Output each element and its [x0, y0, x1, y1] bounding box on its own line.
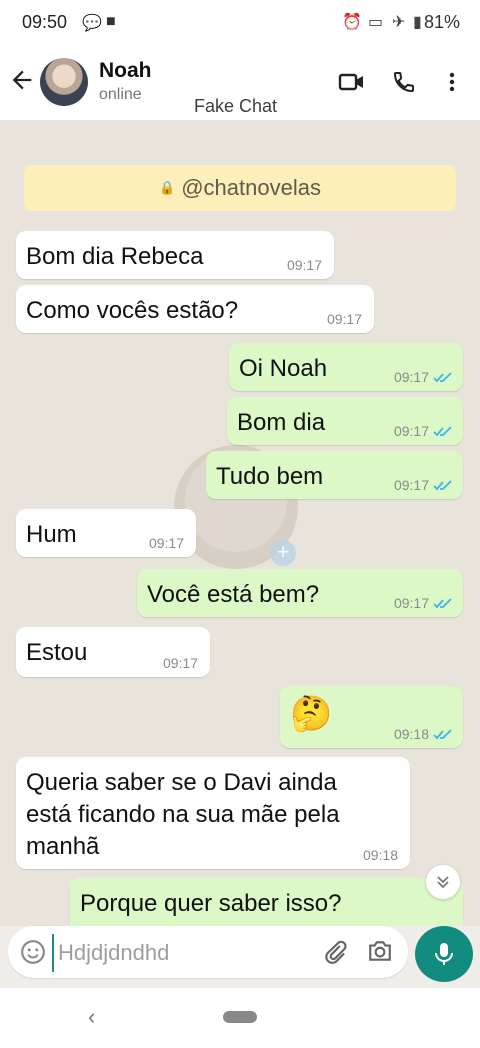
- message-text-line-1: Queria saber se o Davi ainda: [26, 769, 337, 796]
- system-navigation-bar: ‹: [0, 988, 480, 1048]
- alarm-icon: ⏰: [342, 14, 362, 31]
- attach-icon[interactable]: [322, 938, 348, 966]
- voice-message-button[interactable]: [415, 926, 473, 982]
- cast-icon: ▭: [368, 14, 384, 31]
- message-text: Oi Noah: [239, 355, 328, 382]
- scroll-to-bottom-button[interactable]: [426, 865, 460, 899]
- message-text: Bom dia: [237, 409, 326, 436]
- nav-back-icon[interactable]: ‹: [88, 1004, 95, 1030]
- more-options-icon[interactable]: [440, 70, 464, 94]
- read-receipt-icon: [433, 426, 452, 437]
- back-arrow-icon[interactable]: [8, 66, 36, 94]
- message-bubble-outgoing[interactable]: Você está bem? 09:17: [137, 569, 463, 617]
- message-text: Como vocês estão?: [26, 297, 239, 324]
- emoji-icon[interactable]: [20, 939, 46, 965]
- lock-icon: 🔒: [159, 180, 176, 195]
- chat-notification-icon: 💬: [82, 15, 102, 32]
- camera-icon[interactable]: [366, 938, 394, 964]
- message-bubble-incoming[interactable]: Como vocês estão? 09:17: [16, 285, 374, 333]
- nav-home-pill[interactable]: [223, 1011, 257, 1023]
- battery-percentage: 81%: [424, 12, 461, 32]
- composer-bar: [0, 926, 480, 988]
- message-input-box[interactable]: [8, 926, 408, 978]
- read-receipt-icon: [433, 729, 452, 740]
- message-time: 09:17: [286, 257, 322, 273]
- chat-header: Noah online Fake Chat: [0, 48, 480, 121]
- message-bubble-outgoing[interactable]: Tudo bem 09:17: [206, 451, 463, 499]
- read-receipt-icon: [433, 480, 452, 491]
- microphone-icon: [435, 943, 453, 965]
- message-bubble-incoming[interactable]: Bom dia Rebeca 09:17: [16, 231, 334, 279]
- status-bar: 09:50 💬 ■ ⏰ ▭ ✈ ▮ 81%: [0, 0, 480, 48]
- message-text-line-2: está ficando na sua mãe pela: [26, 801, 340, 828]
- message-bubble-outgoing[interactable]: 🤔 09:18: [280, 686, 463, 748]
- message-text: Tudo bem: [216, 463, 324, 490]
- banner-text: @chatnovelas: [181, 175, 321, 200]
- message-text: Você está bem?: [147, 581, 320, 608]
- message-time: 09:17: [148, 535, 184, 551]
- battery-icon: ▮: [413, 14, 422, 31]
- status-time: 09:50: [22, 12, 68, 32]
- read-receipt-icon: [433, 598, 452, 609]
- read-receipt-icon: [433, 372, 452, 383]
- video-notification-icon: ■: [106, 13, 116, 30]
- message-text-line-3: manhã: [26, 833, 100, 860]
- phone-call-icon[interactable]: [390, 70, 418, 94]
- message-time: 09:18: [393, 726, 429, 742]
- fake-chat-label: Fake Chat: [194, 96, 278, 116]
- double-chevron-down-icon: [437, 876, 449, 889]
- message-bubble-outgoing[interactable]: Oi Noah 09:17: [229, 343, 463, 391]
- message-time: 09:17: [393, 369, 429, 385]
- message-time: 09:17: [393, 595, 429, 611]
- message-time: 09:17: [326, 311, 362, 327]
- message-time: 09:17: [393, 477, 429, 493]
- message-text: Estou: [26, 639, 88, 666]
- message-bubble-incoming[interactable]: Hum 09:17: [16, 509, 196, 557]
- message-time: 09:17: [393, 423, 429, 439]
- message-time: 09:17: [162, 655, 198, 671]
- watermark-plus-icon: +: [270, 540, 296, 566]
- message-bubble-incoming[interactable]: Estou 09:17: [16, 627, 210, 677]
- contact-avatar[interactable]: [40, 58, 88, 106]
- contact-status: online: [99, 86, 142, 103]
- message-text: Hum: [26, 521, 77, 548]
- message-emoji: 🤔: [290, 695, 333, 733]
- channel-banner: 🔒 @chatnovelas: [24, 165, 456, 211]
- message-bubble-outgoing[interactable]: Porque quer saber isso?: [70, 878, 463, 927]
- message-bubble-outgoing[interactable]: Bom dia 09:17: [227, 397, 463, 445]
- airplane-icon: ✈: [392, 14, 406, 31]
- video-call-icon[interactable]: [338, 70, 366, 94]
- message-text: Porque quer saber isso?: [80, 890, 342, 917]
- message-text: Bom dia Rebeca: [26, 243, 204, 270]
- chat-area[interactable]: 🔒 @chatnovelas + Bom dia Rebeca 09:17 Co…: [0, 121, 480, 927]
- contact-name[interactable]: Noah: [99, 59, 152, 83]
- message-input[interactable]: [52, 934, 300, 972]
- message-time: 09:18: [362, 847, 398, 863]
- message-bubble-incoming[interactable]: Queria saber se o Davi ainda está ficand…: [16, 757, 410, 869]
